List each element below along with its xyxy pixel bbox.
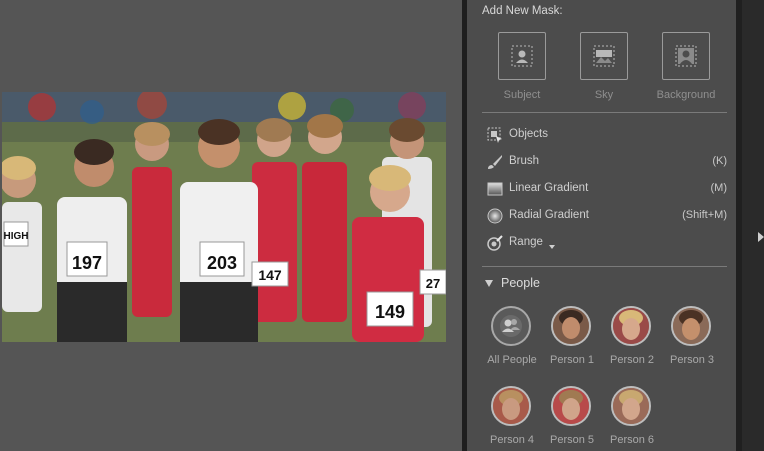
- person-thumbnail: [673, 308, 709, 344]
- brush-shortcut: (K): [712, 155, 727, 167]
- bib-149: 149: [375, 302, 405, 322]
- subject-button[interactable]: [498, 32, 546, 80]
- person-thumbnail: [613, 388, 649, 424]
- radial-gradient-shortcut: (Shift+M): [682, 209, 727, 221]
- panel-title: Add New Mask:: [482, 5, 563, 17]
- person-thumbnail: [613, 308, 649, 344]
- brush-icon: [488, 155, 502, 169]
- bib-197: 197: [72, 253, 102, 273]
- expand-panel-arrow-icon[interactable]: [758, 232, 764, 242]
- sky-button[interactable]: [580, 32, 628, 80]
- person-item[interactable]: Person 6: [602, 386, 662, 446]
- bib-high: HIGH: [4, 231, 29, 242]
- photo-preview: 197 203 147 149 27 HIGH: [2, 92, 446, 342]
- subject-icon: [511, 45, 533, 67]
- range-label: Range: [509, 236, 543, 248]
- bib-203: 203: [207, 253, 237, 273]
- objects-icon: [487, 127, 502, 143]
- background-button[interactable]: [662, 32, 710, 80]
- radial-gradient-icon: [487, 208, 503, 224]
- people-title: People: [501, 276, 540, 290]
- radial-gradient-tool[interactable]: Radial Gradient (Shift+M): [487, 207, 727, 227]
- person-thumbnail: [553, 308, 589, 344]
- bib-147: 147: [258, 267, 282, 283]
- range-icon: [487, 235, 503, 251]
- sky-label: Sky: [594, 89, 614, 101]
- person-thumbnail: [493, 388, 529, 424]
- range-dropdown-icon: [549, 245, 555, 249]
- person-thumbnail: [553, 388, 589, 424]
- background-label: Background: [656, 89, 716, 101]
- image-canvas[interactable]: 197 203 147 149 27 HIGH: [0, 0, 462, 451]
- objects-label: Objects: [509, 128, 548, 140]
- right-panel-strip: [742, 0, 764, 451]
- linear-gradient-icon: [487, 182, 503, 196]
- masking-panel: Add New Mask: Subject Sky Background Obj…: [467, 0, 736, 451]
- objects-tool[interactable]: Objects: [487, 126, 727, 146]
- separator: [482, 266, 727, 267]
- subject-label: Subject: [503, 89, 541, 101]
- collapse-triangle-icon: [485, 280, 493, 287]
- radial-gradient-label: Radial Gradient: [509, 209, 589, 221]
- person-label: Person 3: [669, 354, 715, 366]
- person-label: Person 6: [609, 434, 655, 446]
- person-item[interactable]: Person 3: [662, 306, 722, 366]
- bib-27: 27: [426, 276, 440, 291]
- brush-label: Brush: [509, 155, 540, 167]
- people-icon: [500, 315, 522, 337]
- separator: [482, 112, 727, 113]
- background-icon: [675, 45, 697, 67]
- linear-gradient-tool[interactable]: Linear Gradient (M): [487, 180, 727, 200]
- linear-gradient-label: Linear Gradient: [509, 182, 589, 194]
- linear-gradient-shortcut: (M): [710, 182, 728, 194]
- brush-tool[interactable]: Brush (K): [487, 153, 727, 173]
- range-tool[interactable]: Range: [487, 234, 727, 254]
- sky-icon: [593, 45, 615, 67]
